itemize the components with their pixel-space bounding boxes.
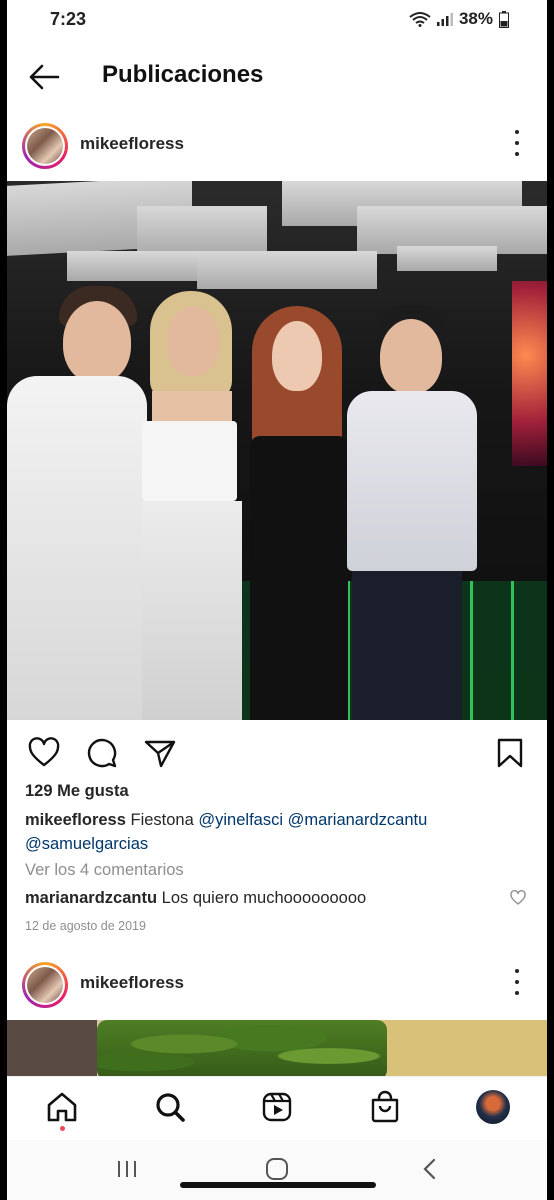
mention-link[interactable]: @marianardzcantu [288,811,428,829]
back-button[interactable] [27,62,61,92]
app-screen: 7:23 38% Publicaciones mikeefloress 129 … [7,0,547,1200]
caption-text: Fiestona [130,811,194,829]
post-username[interactable]: mikeefloress [80,973,184,993]
post-username[interactable]: mikeefloress [80,134,184,154]
back-system-button[interactable] [417,1156,443,1182]
comment-icon [87,738,117,768]
arrow-left-icon [29,64,60,90]
gesture-handle[interactable] [180,1182,376,1188]
notification-dot [60,1126,65,1131]
like-count[interactable]: 129 Me gusta [25,782,129,801]
send-icon [144,740,176,768]
system-navigation-bar [7,1140,547,1200]
status-bar: 7:23 38% [7,0,547,40]
post-actions [7,728,547,774]
post-caption: mikeefloress Fiestona @yinelfasci @maria… [25,808,530,856]
shopping-bag-icon [371,1090,399,1123]
comment-preview: marianardzcantu Los quiero muchooooooooo [25,889,366,908]
home-system-button[interactable] [264,1156,290,1182]
battery-icon [499,10,509,28]
like-button[interactable] [27,736,61,770]
caption-username[interactable]: mikeefloress [25,811,126,829]
view-comments-link[interactable]: Ver los 4 comentarios [25,861,184,880]
signal-icon [436,13,453,26]
bookmark-icon [497,738,523,768]
person-2 [137,291,247,720]
more-vertical-icon[interactable] [507,969,527,995]
nav-home[interactable] [44,1089,80,1125]
person-3 [242,306,354,720]
wifi-icon [409,12,431,27]
search-icon [156,1093,185,1122]
nav-reels[interactable] [259,1089,295,1125]
mention-link[interactable]: @yinelfasci [198,811,283,829]
page-title: Publicaciones [102,61,264,88]
recent-apps-button[interactable] [114,1156,140,1182]
comment-button[interactable] [85,736,119,770]
post-photo[interactable] [7,1020,547,1080]
more-vertical-icon[interactable] [507,130,527,156]
post-header: mikeefloress [7,955,547,1019]
mention-link[interactable]: @samuelgarcias [25,835,148,853]
comment-like-button[interactable] [509,889,527,907]
comment-text: Los quiero muchooooooooo [161,889,367,907]
person-1 [7,281,147,720]
heart-icon [510,890,526,905]
post-date: 12 de agosto de 2019 [25,919,146,933]
avatar[interactable] [22,123,68,169]
heart-icon [28,737,60,767]
nav-search[interactable] [152,1089,188,1125]
status-time: 7:23 [50,9,87,29]
battery-percent: 38% [458,9,493,28]
avatar[interactable] [22,962,68,1008]
share-button[interactable] [143,736,177,770]
home-icon [47,1092,77,1122]
nav-shop[interactable] [367,1089,403,1125]
top-app-bar: Publicaciones [7,50,547,106]
person-4 [342,301,482,720]
reels-icon [262,1092,292,1122]
home-circle-icon [266,1158,288,1180]
comment-username[interactable]: marianardzcantu [25,889,157,907]
bottom-navigation [7,1076,547,1141]
post-header: mikeefloress [7,116,547,180]
chevron-left-icon [423,1158,436,1180]
nav-profile-avatar[interactable] [476,1090,510,1124]
save-button[interactable] [493,736,527,770]
recent-apps-icon [118,1161,136,1177]
post-photo[interactable] [7,181,547,720]
